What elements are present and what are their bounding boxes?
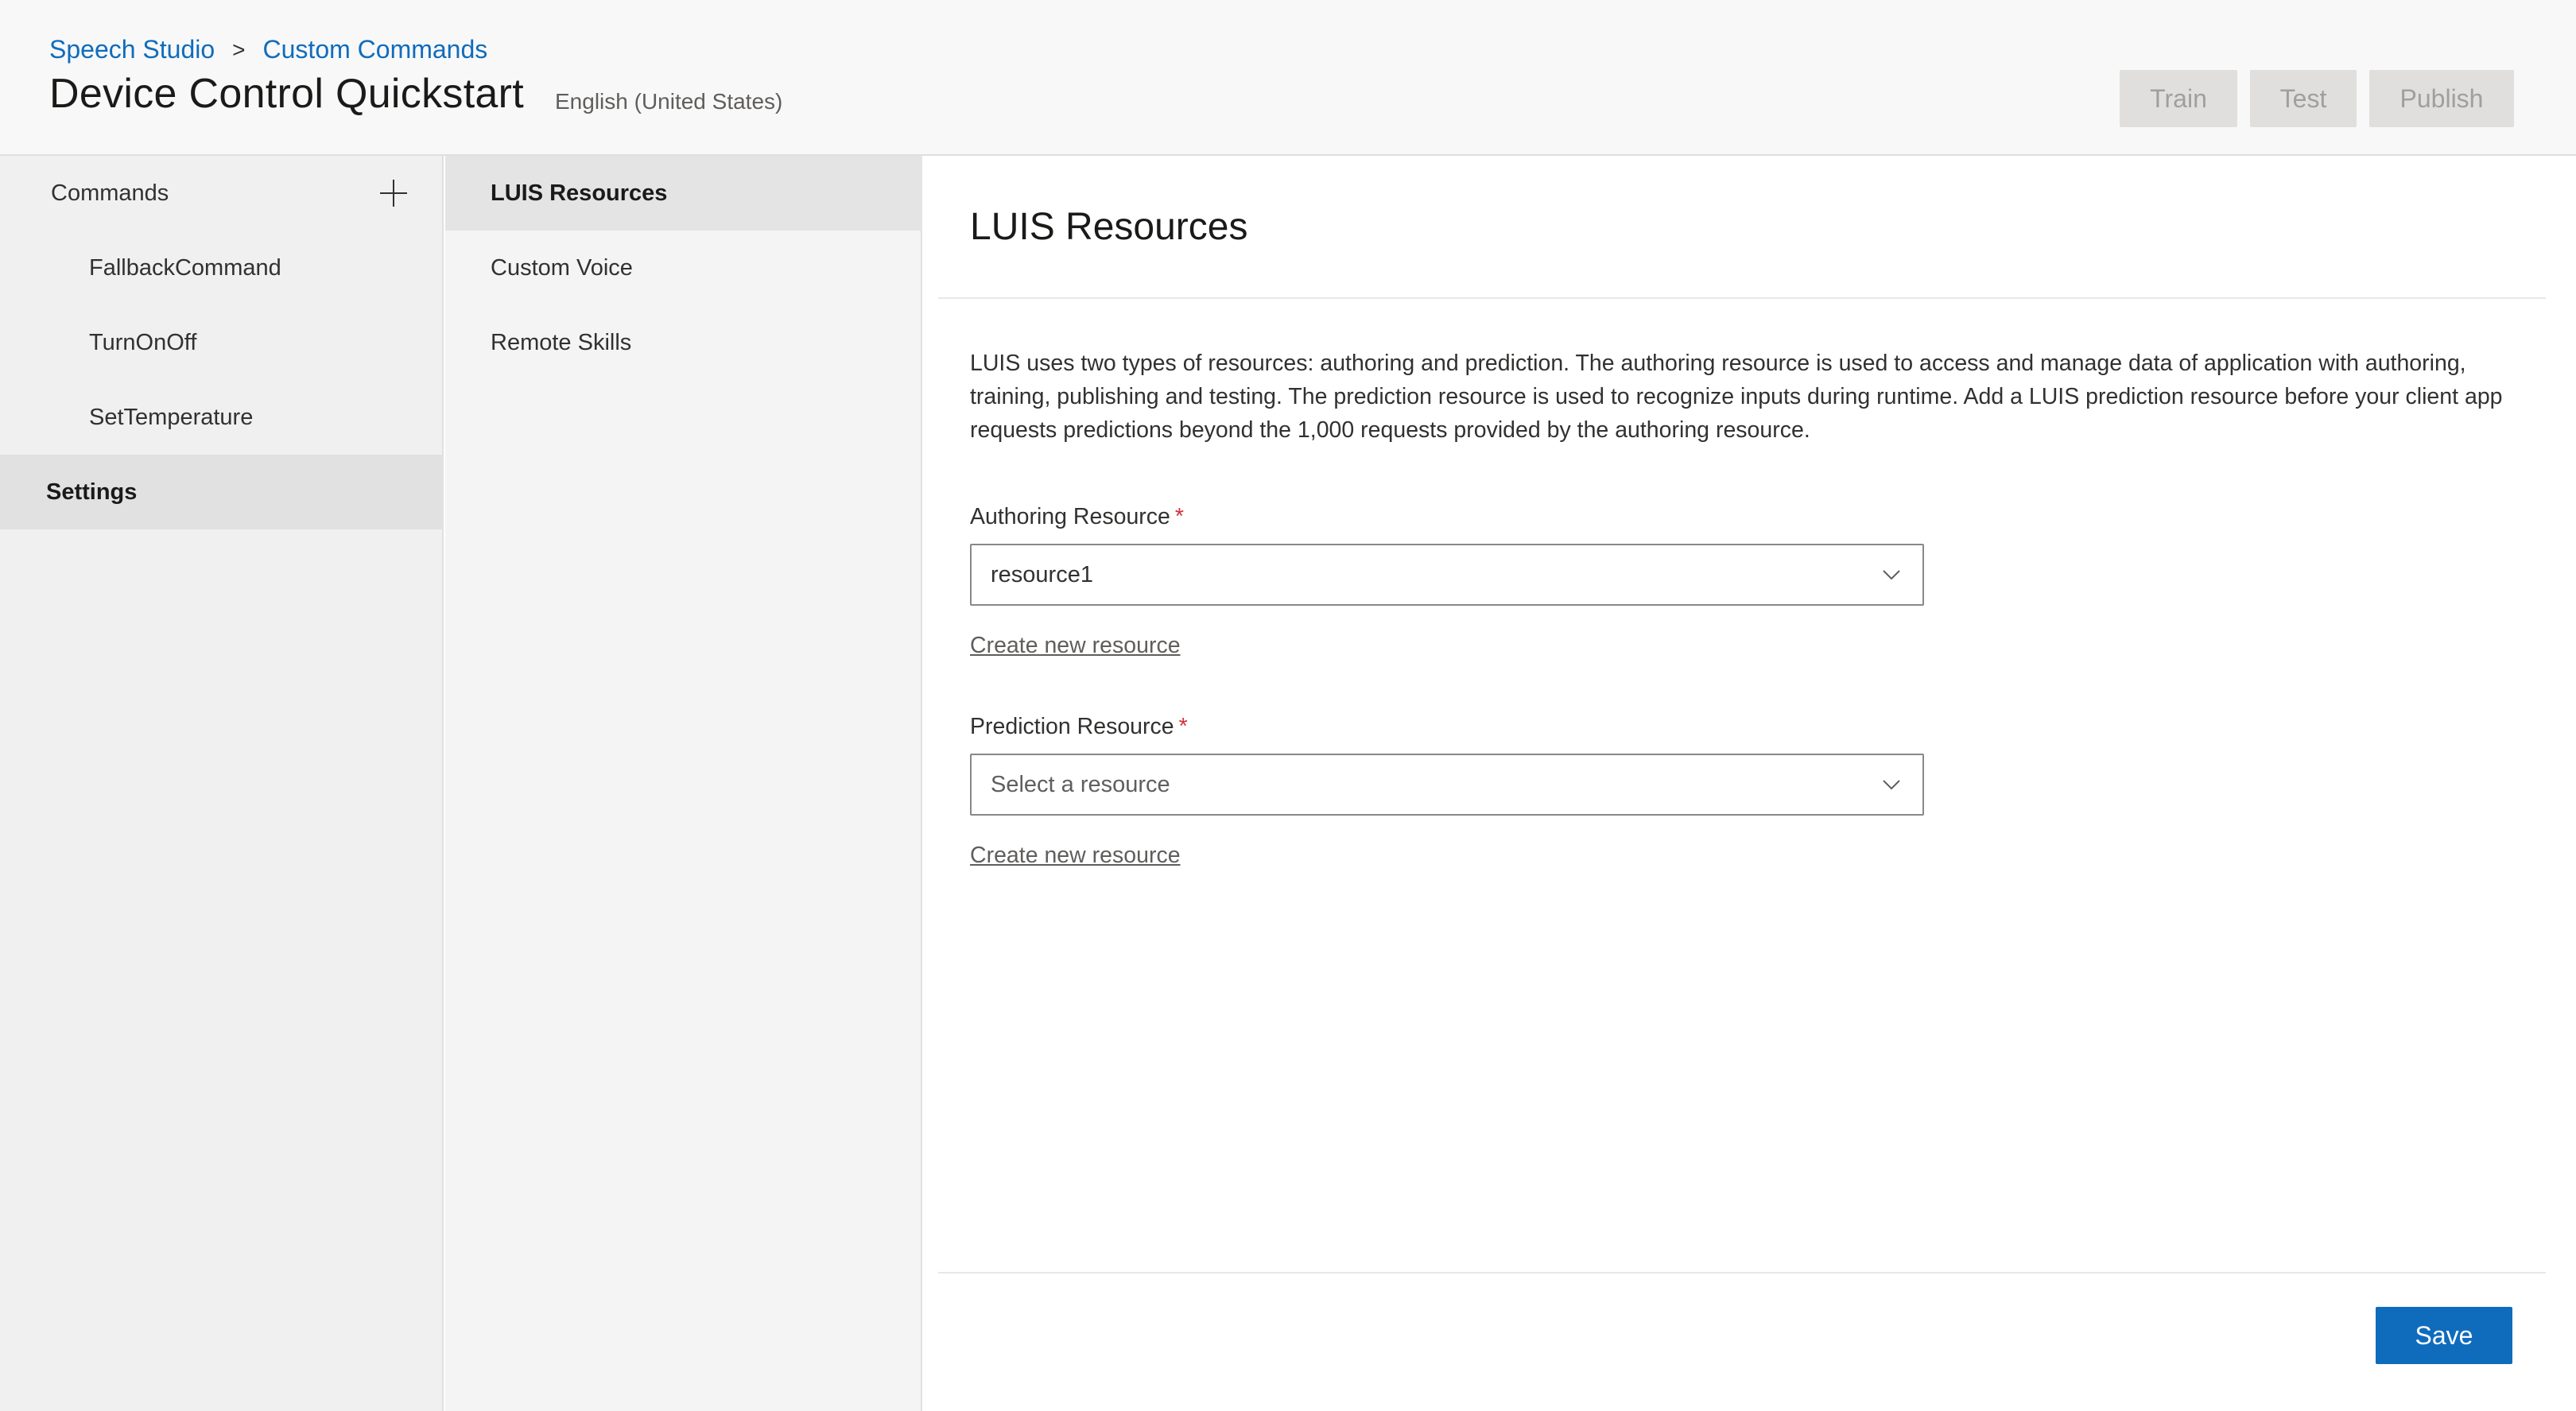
sidebar-commands-header[interactable]: Commands [0,156,444,231]
train-button[interactable]: Train [2120,70,2237,127]
publish-button[interactable]: Publish [2369,70,2514,127]
top-header: Speech Studio > Custom Commands Device C… [0,0,2576,156]
settings-nav-label: Custom Voice [491,254,633,281]
authoring-resource-label: Authoring Resource * [970,504,1184,530]
divider [938,297,2546,299]
divider [938,1272,2546,1273]
breadcrumb-custom-commands[interactable]: Custom Commands [263,35,488,64]
prediction-resource-label: Prediction Resource * [970,714,1188,740]
locale-label: English (United States) [555,89,783,114]
prediction-resource-dropdown[interactable]: Select a resource [970,754,1924,816]
sidebar-item-settings[interactable]: Settings [0,455,444,529]
settings-nav: LUIS Resources Custom Voice Remote Skill… [445,156,922,1411]
section-title: LUIS Resources [970,206,1248,248]
sidebar-item-turnonoff[interactable]: TurnOnOff [0,305,444,380]
plus-icon[interactable] [380,180,407,207]
settings-nav-luis-resources[interactable]: LUIS Resources [445,156,922,231]
top-actions: Train Test Publish [2120,70,2514,127]
main-panel: LUIS Resources LUIS uses two types of re… [924,156,2576,1411]
breadcrumb-speech-studio[interactable]: Speech Studio [49,35,215,64]
breadcrumb-separator: > [232,37,246,62]
required-mark: * [1178,714,1188,739]
sidebar-item-fallbackcommand[interactable]: FallbackCommand [0,231,444,305]
dropdown-placeholder: Select a resource [991,771,1170,797]
sidebar-item-label: TurnOnOff [89,329,197,355]
sidebar-item-label: FallbackCommand [89,254,281,281]
sidebar-commands-label: Commands [51,180,169,206]
create-prediction-resource-link[interactable]: Create new resource [970,843,1181,869]
sidebar-item-settemperature[interactable]: SetTemperature [0,380,444,455]
field-label-text: Authoring Resource [970,504,1170,529]
settings-nav-label: Remote Skills [491,329,632,355]
dropdown-value: resource1 [991,561,1093,587]
sidebar-item-label: Settings [46,479,138,505]
commands-sidebar: Commands FallbackCommand TurnOnOff SetTe… [0,156,444,1411]
page-title: Device Control Quickstart [49,71,525,117]
test-button[interactable]: Test [2250,70,2357,127]
settings-nav-label: LUIS Resources [491,180,668,206]
sidebar-item-label: SetTemperature [89,404,254,430]
chevron-down-icon [1883,570,1900,580]
settings-nav-custom-voice[interactable]: Custom Voice [445,231,922,305]
save-button[interactable]: Save [2376,1307,2512,1364]
required-mark: * [1174,504,1184,529]
create-authoring-resource-link[interactable]: Create new resource [970,633,1181,659]
breadcrumb: Speech Studio > Custom Commands [49,35,487,64]
authoring-resource-dropdown[interactable]: resource1 [970,544,1924,606]
chevron-down-icon [1883,780,1900,790]
field-label-text: Prediction Resource [970,714,1174,739]
description-text: LUIS uses two types of resources: author… [970,351,2503,443]
settings-nav-remote-skills[interactable]: Remote Skills [445,305,922,380]
